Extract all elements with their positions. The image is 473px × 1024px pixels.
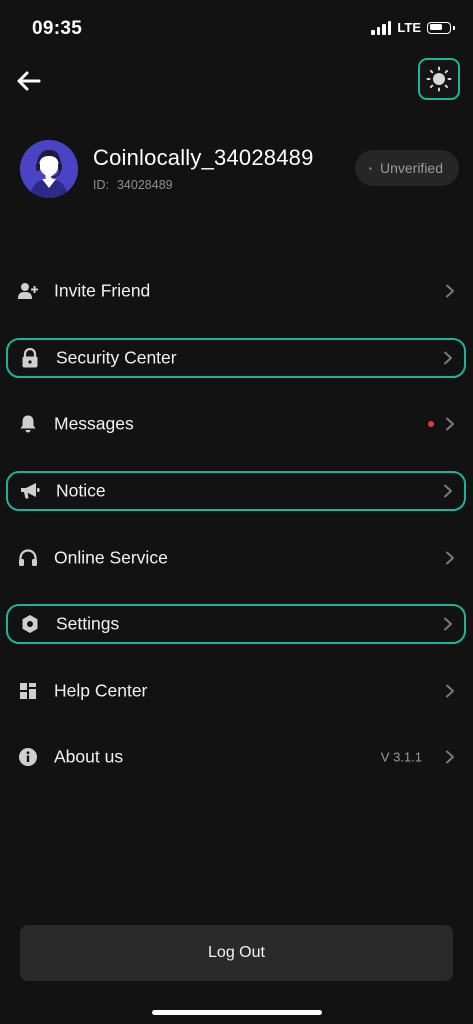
chevron-right-icon [446, 284, 454, 298]
menu-item-invite-friend[interactable]: Invite Friend [6, 271, 466, 311]
menu-item-label: Security Center [56, 347, 177, 368]
arrow-left-icon [17, 71, 41, 91]
grid-icon [18, 681, 38, 701]
user-id-label: ID: [93, 178, 109, 192]
home-indicator [152, 1010, 322, 1015]
menu-item-label: Settings [56, 613, 120, 634]
menu-item-label: Invite Friend [54, 280, 151, 301]
chevron-right-icon [446, 551, 454, 565]
info-icon [18, 747, 38, 767]
chevron-right-icon [446, 750, 454, 764]
menu-item-messages[interactable]: Messages [6, 404, 466, 444]
app-version: V 3.1.1 [380, 749, 422, 765]
user-avatar-icon [20, 140, 78, 198]
chevron-right-icon [444, 484, 452, 498]
network-type: LTE [397, 20, 421, 35]
battery-icon [427, 21, 455, 34]
user-id-value: 34028489 [116, 178, 173, 192]
add-user-icon [18, 281, 38, 301]
menu-item-settings[interactable]: Settings [6, 604, 466, 644]
status-indicators: LTE [371, 20, 455, 35]
menu-item-label: Online Service [54, 547, 168, 568]
menu-item-label: Messages [54, 413, 134, 434]
menu-item-security-center[interactable]: Security Center [6, 338, 466, 378]
theme-toggle-button[interactable] [418, 58, 460, 100]
logout-label: Log Out [208, 944, 265, 961]
hexagon-settings-icon [20, 614, 40, 634]
menu-item-online-service[interactable]: Online Service [6, 538, 466, 578]
avatar[interactable] [20, 140, 78, 198]
menu-item-help-center[interactable]: Help Center [6, 671, 466, 711]
verification-badge[interactable]: Unverified [355, 150, 459, 186]
chevron-right-icon [446, 417, 454, 431]
username: Coinlocally_34028489 [93, 145, 314, 170]
bell-icon [18, 414, 38, 434]
verified-badge-icon [369, 166, 372, 170]
logout-button[interactable]: Log Out [20, 925, 453, 981]
status-time: 09:35 [32, 18, 83, 39]
unread-indicator [428, 421, 434, 427]
verification-status: Unverified [379, 160, 443, 176]
megaphone-icon [20, 481, 40, 501]
menu-item-label: About us [54, 746, 124, 767]
back-button[interactable] [14, 66, 44, 96]
menu-item-label: Notice [56, 480, 106, 501]
chevron-right-icon [446, 684, 454, 698]
user-id: ID: 34028489 [93, 178, 173, 192]
lock-icon [20, 348, 40, 368]
chevron-right-icon [444, 617, 452, 631]
menu-item-label: Help Center [54, 680, 148, 701]
profile-section: Coinlocally_34028489 ID: 34028489 Unverif… [20, 140, 473, 200]
signal-icon [371, 20, 392, 35]
sun-icon [426, 66, 452, 92]
status-bar: 09:35 LTE [0, 0, 473, 58]
headphones-icon [18, 548, 38, 568]
menu-item-notice[interactable]: Notice [6, 471, 466, 511]
chevron-right-icon [444, 351, 452, 365]
menu-item-about-us[interactable]: About us V 3.1.1 [6, 737, 466, 777]
